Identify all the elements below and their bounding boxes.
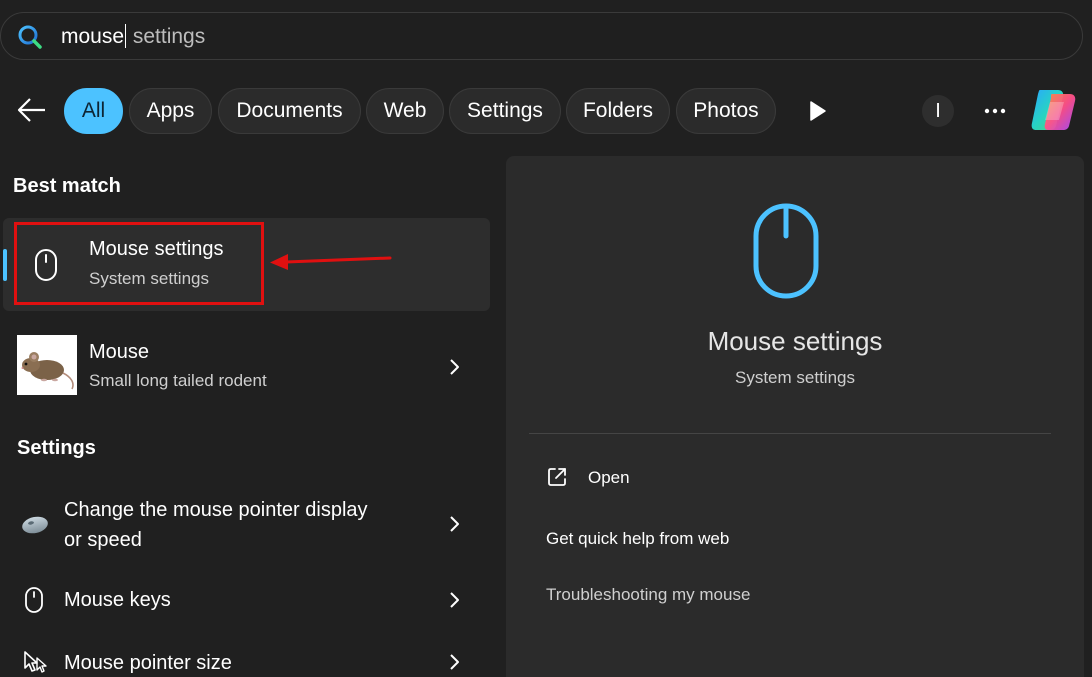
setting-item-line1: Change the mouse pointer display xyxy=(64,499,368,521)
preview-title: Mouse settings xyxy=(707,326,883,356)
divider xyxy=(529,433,1051,434)
search-box[interactable]: mouse settings xyxy=(0,12,1083,60)
annotation-highlight-box xyxy=(14,222,264,305)
more-options-icon[interactable] xyxy=(980,96,1010,126)
mouse-photo xyxy=(17,335,77,395)
search-autocomplete: settings xyxy=(127,25,206,48)
open-action[interactable]: Open xyxy=(536,456,736,500)
text-caret xyxy=(125,24,127,48)
mouse-icon xyxy=(25,587,43,613)
filter-apps[interactable]: Apps xyxy=(129,88,212,134)
filter-settings[interactable]: Settings xyxy=(449,88,561,134)
open-external-icon xyxy=(548,468,566,486)
settings-heading: Settings xyxy=(17,437,96,459)
quick-help-link[interactable]: Get quick help from web xyxy=(546,529,729,549)
filter-photos[interactable]: Photos xyxy=(676,88,776,134)
filter-documents[interactable]: Documents xyxy=(218,88,361,134)
setting-item-line2: or speed xyxy=(64,529,142,551)
search-input[interactable]: mouse settings xyxy=(61,24,205,50)
best-match-heading: Best match xyxy=(13,175,121,197)
chevron-right-icon[interactable] xyxy=(447,357,461,377)
preview-pane: Mouse settings System settings Open Get … xyxy=(506,156,1084,677)
filter-web[interactable]: Web xyxy=(366,88,444,134)
chevron-right-icon[interactable] xyxy=(447,514,461,534)
pointer-size-icon xyxy=(24,651,47,673)
mouse-device-icon xyxy=(22,516,48,534)
setting-item-title: Mouse pointer size xyxy=(64,652,232,674)
filter-folders[interactable]: Folders xyxy=(566,88,670,134)
troubleshoot-link[interactable]: Troubleshooting my mouse xyxy=(546,585,750,605)
annotation-arrow xyxy=(270,254,392,270)
back-arrow-icon[interactable] xyxy=(14,92,50,128)
search-query: mouse xyxy=(61,25,125,48)
mouse-icon xyxy=(753,203,819,299)
setting-item-title: Mouse keys xyxy=(64,589,171,611)
start-menu-search: mouse settings All Apps Documents Web Se… xyxy=(0,0,1092,677)
open-label: Open xyxy=(588,468,630,487)
web-result-subtitle: Small long tailed rodent xyxy=(89,371,267,390)
chevron-right-icon[interactable] xyxy=(447,652,461,672)
best-match-result[interactable]: Mouse settings System settings xyxy=(3,218,490,311)
play-icon[interactable] xyxy=(802,96,832,126)
chevron-right-icon[interactable] xyxy=(447,590,461,610)
search-icon xyxy=(18,25,42,49)
profile-button[interactable]: I xyxy=(922,95,954,127)
filter-all[interactable]: All xyxy=(64,88,123,134)
selection-indicator xyxy=(3,249,7,281)
preview-subtitle: System settings xyxy=(735,368,855,387)
web-result-title: Mouse xyxy=(89,341,150,363)
copilot-icon[interactable] xyxy=(1028,86,1080,134)
